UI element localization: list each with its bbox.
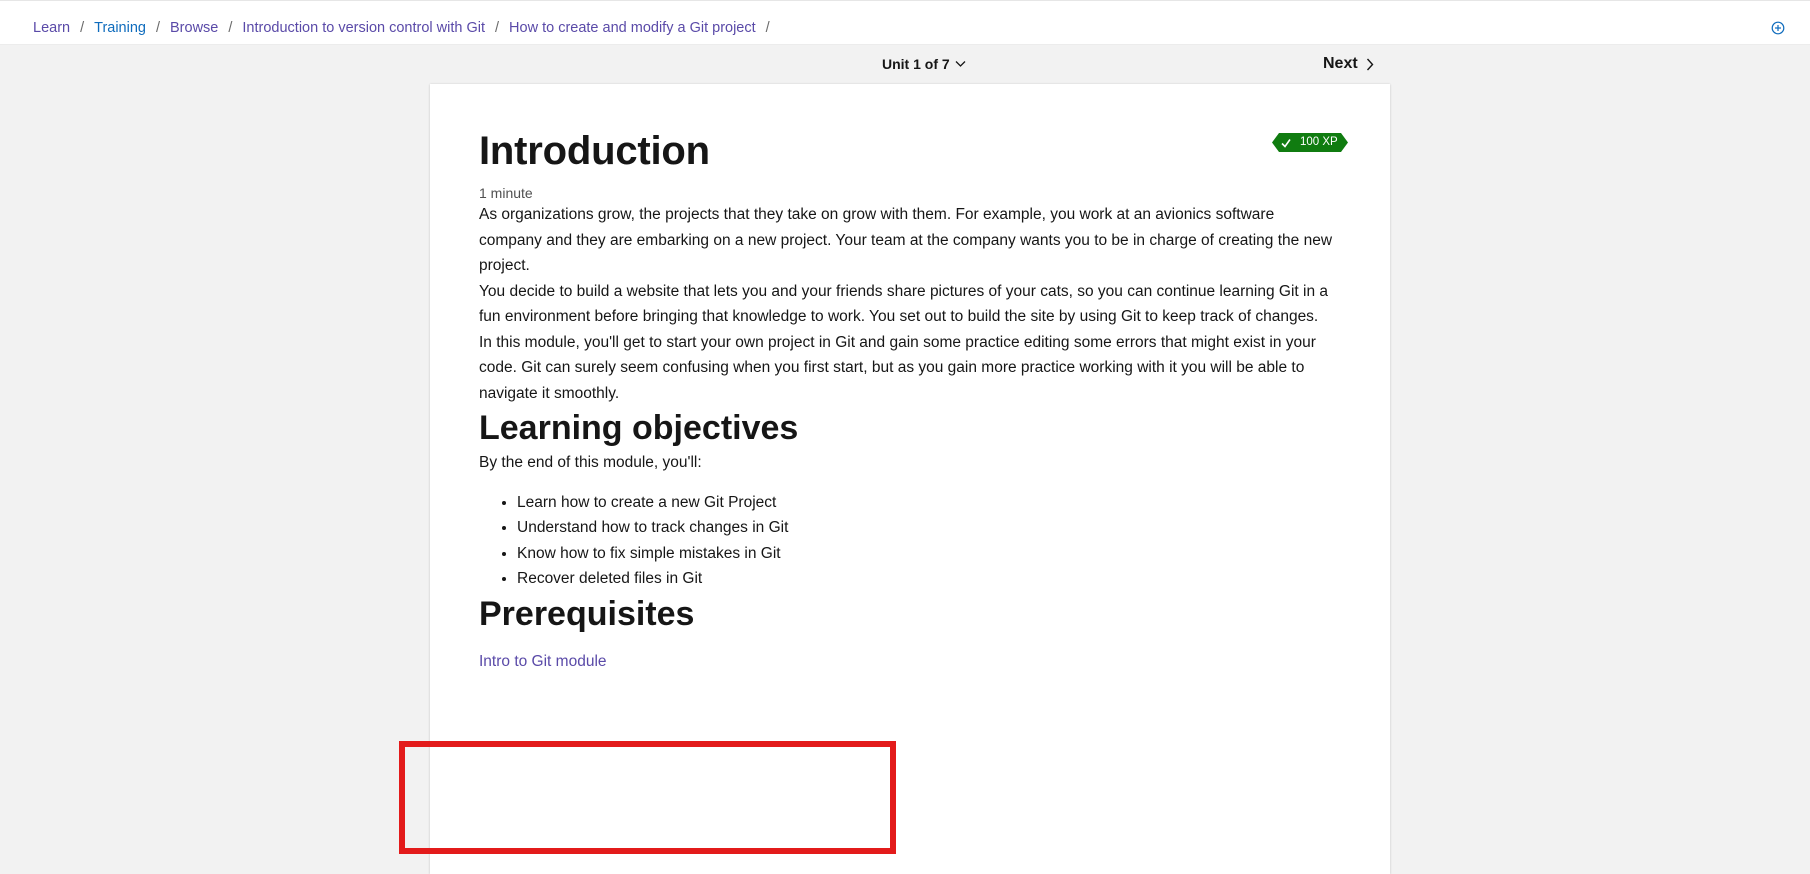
intro-paragraph: As organizations grow, the projects that… — [479, 206, 1333, 274]
chevron-right-icon — [1366, 58, 1374, 70]
unit-duration: 1 minute — [479, 185, 533, 201]
breadcrumb-training[interactable]: Training — [94, 19, 146, 37]
unit-content: Introduction 1 minute As organizations g… — [479, 122, 1341, 671]
list-item: Learn how to create a new Git Project — [517, 490, 1341, 516]
list-item: Recover deleted files in Git — [517, 566, 1341, 592]
next-unit-button[interactable]: Next — [1323, 55, 1374, 73]
add-to-collection-button[interactable] — [1770, 20, 1786, 36]
unit-selector-label: Unit 1 of 7 — [882, 56, 950, 72]
breadcrumb-separator: / — [228, 20, 233, 36]
prerequisites-heading: Prerequisites — [479, 594, 695, 633]
next-unit-label: Next — [1323, 55, 1358, 72]
breadcrumb-learning-path[interactable]: Introduction to version control with Git — [242, 19, 485, 37]
add-circle-icon — [1771, 21, 1785, 35]
breadcrumb-module[interactable]: How to create and modify a Git project — [509, 19, 756, 37]
list-item: Know how to fix simple mistakes in Git — [517, 541, 1341, 567]
learning-objectives-heading: Learning objectives — [479, 409, 799, 447]
unit-selector-dropdown[interactable]: Unit 1 of 7 — [882, 56, 966, 72]
breadcrumb-separator: / — [495, 20, 500, 36]
top-bar: Learn / Training / Browse / Introduction… — [0, 0, 1810, 45]
list-item: Understand how to track changes in Git — [517, 515, 1341, 541]
breadcrumb-separator: / — [80, 20, 85, 36]
objectives-list: Learn how to create a new Git Project Un… — [479, 490, 1341, 592]
breadcrumb-separator: / — [155, 20, 161, 36]
breadcrumb-browse[interactable]: Browse — [170, 19, 218, 37]
breadcrumb-separator: / — [765, 20, 770, 36]
chevron-down-icon — [955, 61, 966, 67]
objectives-intro: By the end of this module, you'll: — [479, 454, 702, 471]
breadcrumb: Learn / Training / Browse / Introduction… — [33, 19, 780, 37]
intro-paragraph: In this module, you'll get to start your… — [479, 333, 1316, 402]
breadcrumb-learn[interactable]: Learn — [33, 19, 70, 37]
intro-paragraph: You decide to build a website that lets … — [479, 282, 1328, 326]
intro-to-git-module-link[interactable]: Intro to Git module — [479, 653, 607, 671]
page-title: Introduction — [479, 129, 710, 173]
